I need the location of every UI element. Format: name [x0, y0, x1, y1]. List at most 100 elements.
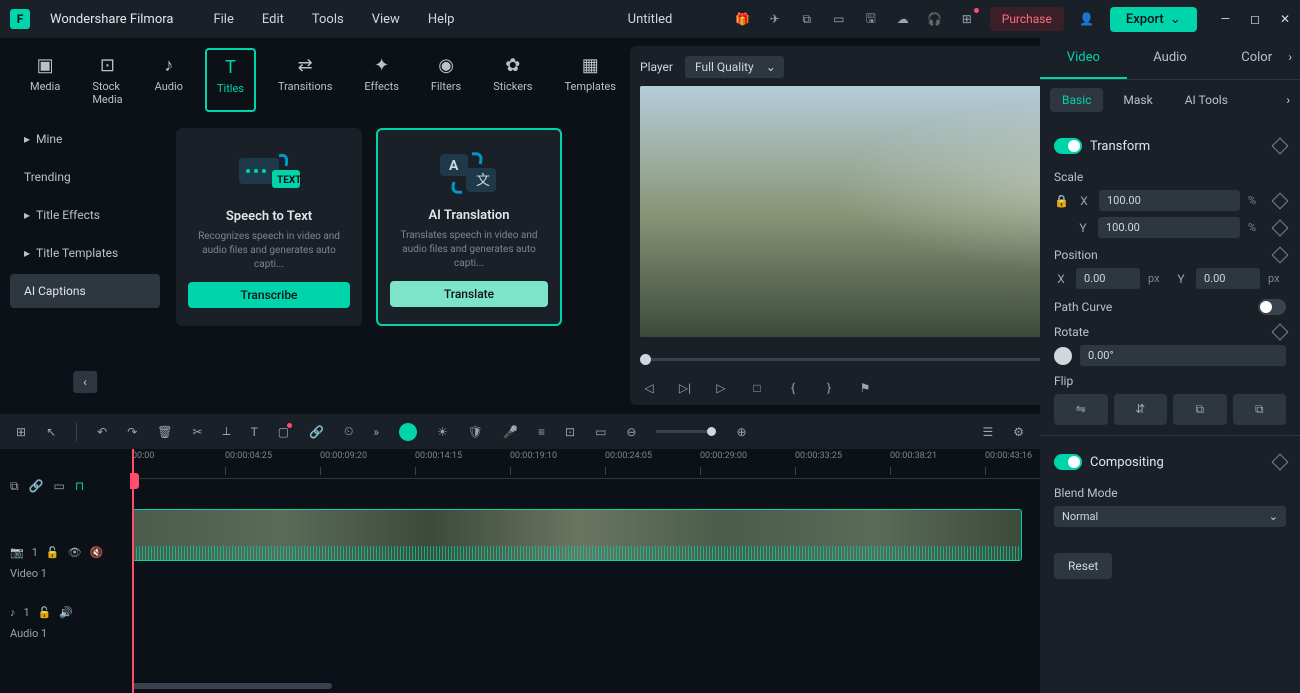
flip-horizontal-button[interactable]: ⇋	[1054, 394, 1108, 425]
pos-x-input[interactable]: 0.00	[1076, 268, 1140, 289]
tab-titles[interactable]: TTitles	[205, 48, 256, 112]
send-icon[interactable]: ✈	[766, 10, 784, 28]
tab-media[interactable]: ▣Media	[20, 48, 70, 112]
link-track-icon[interactable]: 🔗	[29, 479, 44, 487]
gift-icon[interactable]: 🎁	[734, 10, 752, 28]
keyframe-icon[interactable]	[1272, 324, 1289, 341]
lock-icon[interactable]: 🔓	[46, 546, 60, 559]
tab-templates[interactable]: ▦Templates	[554, 48, 625, 112]
avatar-icon[interactable]: 👤	[1078, 10, 1096, 28]
menu-edit[interactable]: Edit	[262, 12, 284, 27]
lock-icon[interactable]: 🔓	[38, 606, 52, 619]
timeline-tracks[interactable]: 00:00 00:00:04:25 00:00:09:20 00:00:14:1…	[130, 449, 1040, 693]
tab-audio[interactable]: Audio	[1127, 38, 1214, 79]
timeline-scrollbar[interactable]	[132, 683, 332, 689]
pathcurve-toggle[interactable]	[1258, 299, 1286, 315]
magnet-icon[interactable]: ⊓	[75, 479, 84, 487]
flip-vertical-button[interactable]: ⇵	[1114, 394, 1168, 425]
quality-dropdown[interactable]: Full Quality	[685, 56, 784, 78]
collapse-sidebar-button[interactable]: ‹	[73, 371, 97, 393]
prev-icon[interactable]: ▷|	[676, 381, 694, 395]
pos-y-input[interactable]: 0.00	[1196, 268, 1260, 289]
tab-stickers[interactable]: ✿Stickers	[483, 48, 542, 112]
sidebar-item-title-templates[interactable]: ▸Title Templates	[10, 236, 160, 270]
menu-help[interactable]: Help	[428, 12, 455, 27]
subtab-mask[interactable]: Mask	[1111, 88, 1164, 112]
cloud-icon[interactable]: ☁	[894, 10, 912, 28]
mark-out-icon[interactable]: }	[820, 381, 838, 395]
mute-icon[interactable]: 🔇	[90, 546, 104, 559]
redo-icon[interactable]: ↷	[127, 425, 137, 439]
transcribe-button[interactable]: Transcribe	[188, 282, 350, 308]
keyframe-icon[interactable]	[1272, 192, 1289, 209]
scale-x-input[interactable]: 100.00	[1099, 190, 1240, 211]
box-icon[interactable]: ▢	[278, 425, 289, 439]
keyframe-icon[interactable]	[1272, 454, 1289, 471]
export-button[interactable]: Export⌄	[1110, 7, 1197, 32]
camera-icon[interactable]: 📷	[10, 546, 24, 559]
music-icon[interactable]: ♪	[10, 606, 16, 619]
tab-filters[interactable]: ◉Filters	[421, 48, 471, 112]
select-icon[interactable]: ↖	[46, 425, 56, 439]
menu-view[interactable]: View	[372, 12, 400, 27]
delete-icon[interactable]: 🗑	[157, 425, 172, 439]
link-icon[interactable]: 🔗	[309, 425, 324, 439]
tab-stock-media[interactable]: ⊡Stock Media	[82, 48, 132, 112]
save-icon[interactable]: 🖫	[862, 10, 880, 28]
sidebar-item-mine[interactable]: ▸Mine	[10, 122, 160, 156]
mark-in-icon[interactable]: {	[784, 381, 802, 395]
play-icon[interactable]: ▷	[712, 381, 730, 395]
cut-icon[interactable]: ✂	[192, 425, 202, 439]
list-icon[interactable]: ☰	[982, 425, 993, 439]
tab-color[interactable]: Color	[1213, 38, 1300, 79]
menu-file[interactable]: File	[213, 12, 233, 27]
scrubber-thumb[interactable]	[640, 354, 651, 365]
caption-icon[interactable]: ▭	[595, 425, 606, 439]
marker-icon[interactable]: ⚑	[856, 381, 874, 395]
menu-tools[interactable]: Tools	[312, 12, 344, 27]
scale-y-input[interactable]: 100.00	[1098, 217, 1240, 238]
undo-icon[interactable]: ↶	[97, 425, 107, 439]
tab-audio[interactable]: ♪Audio	[145, 48, 193, 112]
headphone-icon[interactable]: 🎧	[926, 10, 944, 28]
record-icon[interactable]: ⊡	[565, 425, 575, 439]
card-speech-to-text[interactable]: TEXT Speech to Text Recognizes speech in…	[176, 128, 362, 326]
eye-icon[interactable]: 👁	[68, 546, 82, 559]
layout-icon[interactable]: ⊞	[16, 425, 26, 439]
sidebar-item-trending[interactable]: Trending	[10, 160, 160, 194]
text-icon[interactable]: T	[251, 425, 258, 439]
chevron-right-icon[interactable]: ›	[1286, 93, 1290, 107]
mute-icon[interactable]: 🔊	[59, 606, 73, 619]
screen-icon[interactable]: ⧉	[798, 10, 816, 28]
video-clip[interactable]	[132, 509, 1022, 561]
track-icon2[interactable]: ▭	[54, 479, 65, 487]
sidebar-item-title-effects[interactable]: ▸Title Effects	[10, 198, 160, 232]
settings-icon[interactable]: ⚙	[1013, 425, 1024, 439]
copy-button[interactable]: ⧉	[1173, 394, 1227, 425]
paste-button[interactable]: ⧉	[1233, 394, 1287, 425]
subtab-ai-tools[interactable]: AI Tools	[1173, 88, 1240, 112]
speed-icon[interactable]: ⏲	[344, 424, 353, 439]
track-icon[interactable]: ⧉	[10, 479, 19, 487]
rotate-dial-icon[interactable]	[1054, 347, 1072, 365]
more-icon[interactable]: »	[373, 425, 379, 439]
maximize-icon[interactable]: ◻	[1250, 12, 1260, 26]
ai-icon[interactable]	[399, 423, 417, 441]
keyframe-icon[interactable]	[1272, 138, 1289, 155]
subtab-basic[interactable]: Basic	[1050, 88, 1103, 112]
sidebar-item-ai-captions[interactable]: AI Captions	[10, 274, 160, 308]
close-icon[interactable]: ✕	[1280, 12, 1290, 26]
lock-icon[interactable]: 🔒	[1054, 194, 1069, 208]
tab-effects[interactable]: ✦Effects	[354, 48, 409, 112]
card-ai-translation[interactable]: A文 AI Translation Translates speech in v…	[376, 128, 562, 326]
compositing-toggle[interactable]	[1054, 454, 1082, 470]
keyframe-icon[interactable]	[1272, 247, 1289, 264]
timeline-ruler[interactable]: 00:00 00:00:04:25 00:00:09:20 00:00:14:1…	[130, 449, 1040, 479]
light-icon[interactable]: ☀	[437, 425, 448, 439]
transform-toggle[interactable]	[1054, 138, 1082, 154]
reset-button[interactable]: Reset	[1054, 553, 1112, 579]
purchase-button[interactable]: Purchase	[990, 7, 1064, 31]
translate-button[interactable]: Translate	[390, 281, 548, 307]
zoom-out-icon[interactable]: ⊖	[626, 425, 636, 439]
zoom-in-icon[interactable]: ⊕	[736, 425, 746, 439]
